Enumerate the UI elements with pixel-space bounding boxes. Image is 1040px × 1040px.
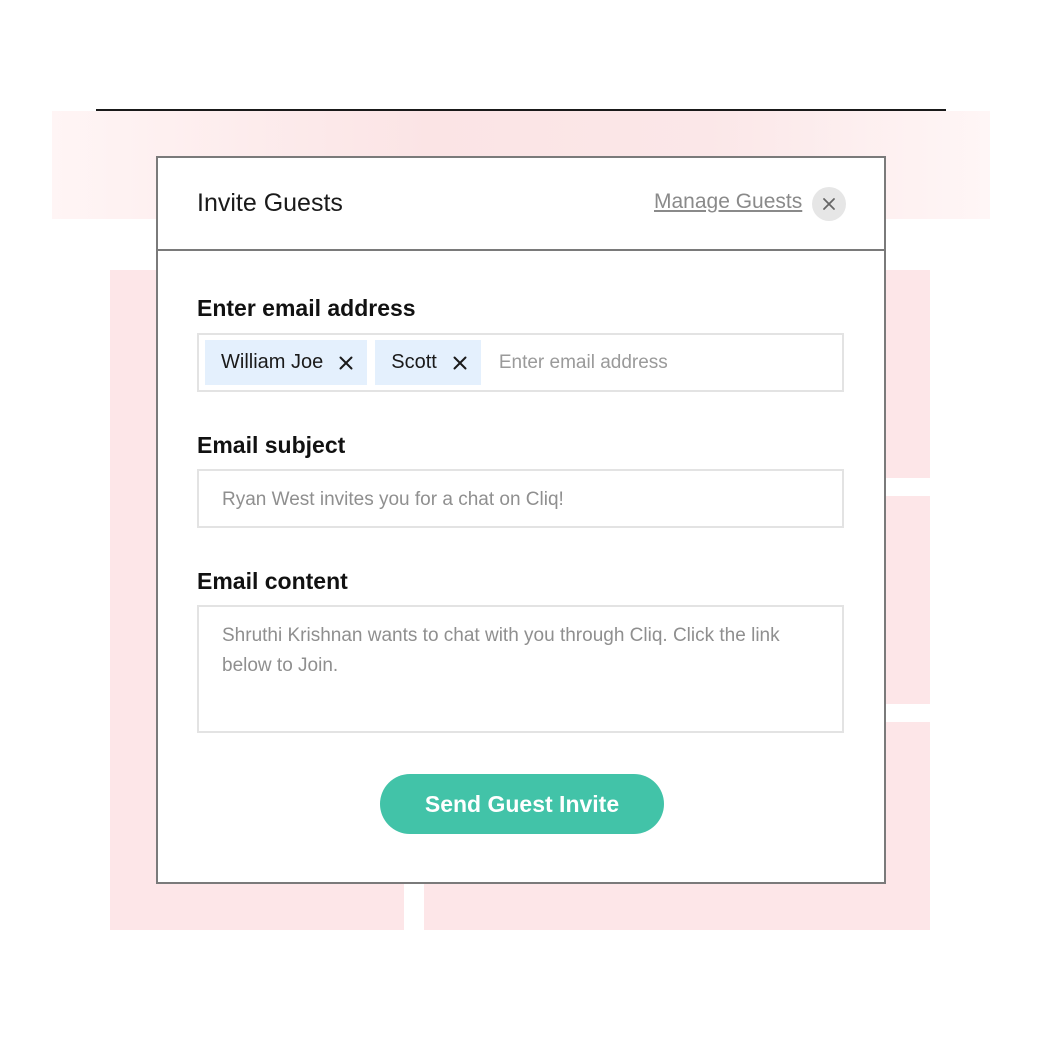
close-icon[interactable] [339,356,353,370]
close-icon[interactable] [453,356,467,370]
recipient-chip: William Joe [205,340,368,385]
email-subject-field[interactable]: Ryan West invites you for a chat on Cliq… [197,469,844,528]
email-subject-text: Ryan West invites you for a chat on Cliq… [222,489,564,510]
close-button[interactable] [812,187,846,221]
chip-label: William Joe [221,351,324,373]
dialog-header: Invite Guests Manage Guests [158,158,884,251]
email-address-field[interactable]: William Joe Scott [197,333,844,392]
manage-guests-link[interactable]: Manage Guests [654,190,802,214]
email-input[interactable] [496,350,781,375]
email-address-label: Enter email address [197,295,416,321]
email-subject-label: Email subject [197,432,346,458]
dialog-title: Invite Guests [197,189,343,217]
recipient-chip: Scott [375,340,481,385]
chip-label: Scott [391,351,437,373]
invite-guests-dialog: Invite Guests Manage Guests Enter email … [156,156,886,884]
close-icon [822,197,836,211]
email-content-text: Shruthi Krishnan wants to chat with you … [222,625,780,676]
send-guest-invite-button[interactable]: Send Guest Invite [380,774,664,834]
email-content-field[interactable]: Shruthi Krishnan wants to chat with you … [197,605,844,733]
email-content-label: Email content [197,568,348,594]
